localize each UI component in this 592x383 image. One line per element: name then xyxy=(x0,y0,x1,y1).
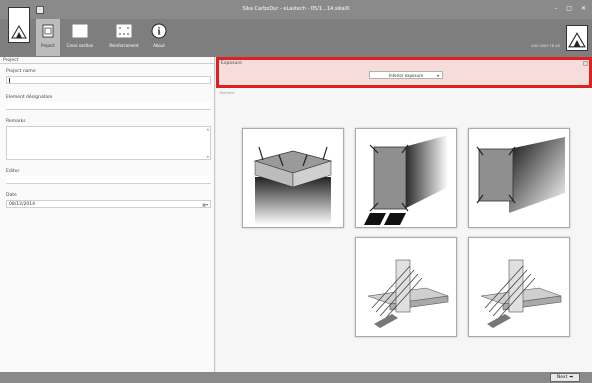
exposure-select-value: Interior exposure xyxy=(388,73,424,78)
project-name-label: Project name xyxy=(6,69,36,74)
collapse-button[interactable] xyxy=(583,61,588,66)
app-logo[interactable] xyxy=(8,7,30,43)
exposure-select[interactable]: Interior exposure ▾ xyxy=(369,71,443,79)
svg-text:i: i xyxy=(158,27,161,38)
tbeam-element-image-2 xyxy=(480,259,562,328)
project-name-field: Project name xyxy=(6,69,211,84)
tab-reinforcement-label: Reinforcement xyxy=(109,43,139,48)
element-column-option[interactable] xyxy=(242,128,344,228)
element-tbeam-option-2[interactable] xyxy=(468,237,570,337)
calendar-icon[interactable]: ▦▾ xyxy=(202,202,208,207)
cross-section-icon xyxy=(72,24,88,38)
arrow-right-icon: ➡ xyxy=(569,375,574,380)
reinforcement-icon xyxy=(116,24,132,38)
date-label: Date xyxy=(6,193,17,198)
editor-label: Editor xyxy=(6,169,20,174)
sika-logo-icon xyxy=(11,25,27,39)
tab-project-label: Project xyxy=(41,43,55,48)
maximize-button[interactable]: □ xyxy=(566,5,572,12)
window-controls: – □ ✕ xyxy=(554,5,586,12)
remarks-scrollbar[interactable]: ▲ ▼ xyxy=(207,127,209,159)
element-field: Element désignation xyxy=(6,95,211,110)
tab-reinforcement[interactable]: Reinforcement xyxy=(106,19,142,56)
project-panel: Project Project name Element désignation… xyxy=(0,57,215,372)
editor-field: Editor xyxy=(6,169,211,184)
date-value: 08/12/2014 xyxy=(9,202,35,207)
element-tbeam-option-1[interactable] xyxy=(355,237,457,337)
element-slab-option[interactable] xyxy=(468,128,570,228)
exposure-panel: Exposure Interior exposure ▾ Element xyxy=(216,57,592,372)
tbeam-element-image-1 xyxy=(367,259,449,328)
project-icon xyxy=(42,24,54,38)
editor-input[interactable] xyxy=(6,176,211,184)
remarks-label: Remarks xyxy=(6,119,26,124)
version-label: XXX 0000 TB.XX xyxy=(531,44,560,48)
info-icon: i xyxy=(151,23,167,39)
remarks-field: Remarks ▲ ▼ xyxy=(6,119,211,160)
minimize-button[interactable]: – xyxy=(554,5,557,12)
project-name-input[interactable] xyxy=(6,76,211,84)
next-button-label: Next xyxy=(556,375,568,380)
window-title: Sika CarboDur - eLastech - 05/1...14.sik… xyxy=(242,6,350,12)
tab-cross-section-label: Cross section xyxy=(66,43,94,48)
ribbon: Project Cross section Reinforcement i Ab… xyxy=(0,7,592,57)
close-button[interactable]: ✕ xyxy=(581,5,586,12)
tab-cross-section[interactable]: Cross section xyxy=(64,19,96,56)
element-label: Element désignation xyxy=(6,95,53,100)
project-panel-header: Project xyxy=(0,57,214,64)
tab-project[interactable]: Project xyxy=(36,19,60,56)
tab-about-label: About xyxy=(153,43,165,48)
date-field: Date 08/12/2014 ▦▾ xyxy=(6,193,211,208)
brand-logo xyxy=(566,25,588,51)
exposure-section: Exposure Interior exposure ▾ xyxy=(216,57,592,88)
element-beam-option[interactable] xyxy=(355,128,457,228)
chevron-down-icon: ▾ xyxy=(436,73,439,78)
beam-element-image xyxy=(364,135,448,225)
next-button[interactable]: Next ➡ xyxy=(550,373,580,382)
remarks-textarea[interactable]: ▲ ▼ xyxy=(6,126,211,160)
date-input[interactable]: 08/12/2014 ▦▾ xyxy=(6,200,211,208)
sika-logo-icon xyxy=(568,32,586,48)
exposure-header: Exposure xyxy=(221,61,242,66)
element-section-label: Element xyxy=(220,91,235,95)
title-bar: Sika CarboDur - eLastech - 05/1...14.sik… xyxy=(0,0,592,19)
slab-element-image xyxy=(476,137,565,213)
footer-bar: Next ➡ xyxy=(0,372,592,383)
element-input[interactable] xyxy=(6,102,211,110)
tab-about[interactable]: i About xyxy=(148,19,170,56)
column-element-image xyxy=(253,146,333,225)
